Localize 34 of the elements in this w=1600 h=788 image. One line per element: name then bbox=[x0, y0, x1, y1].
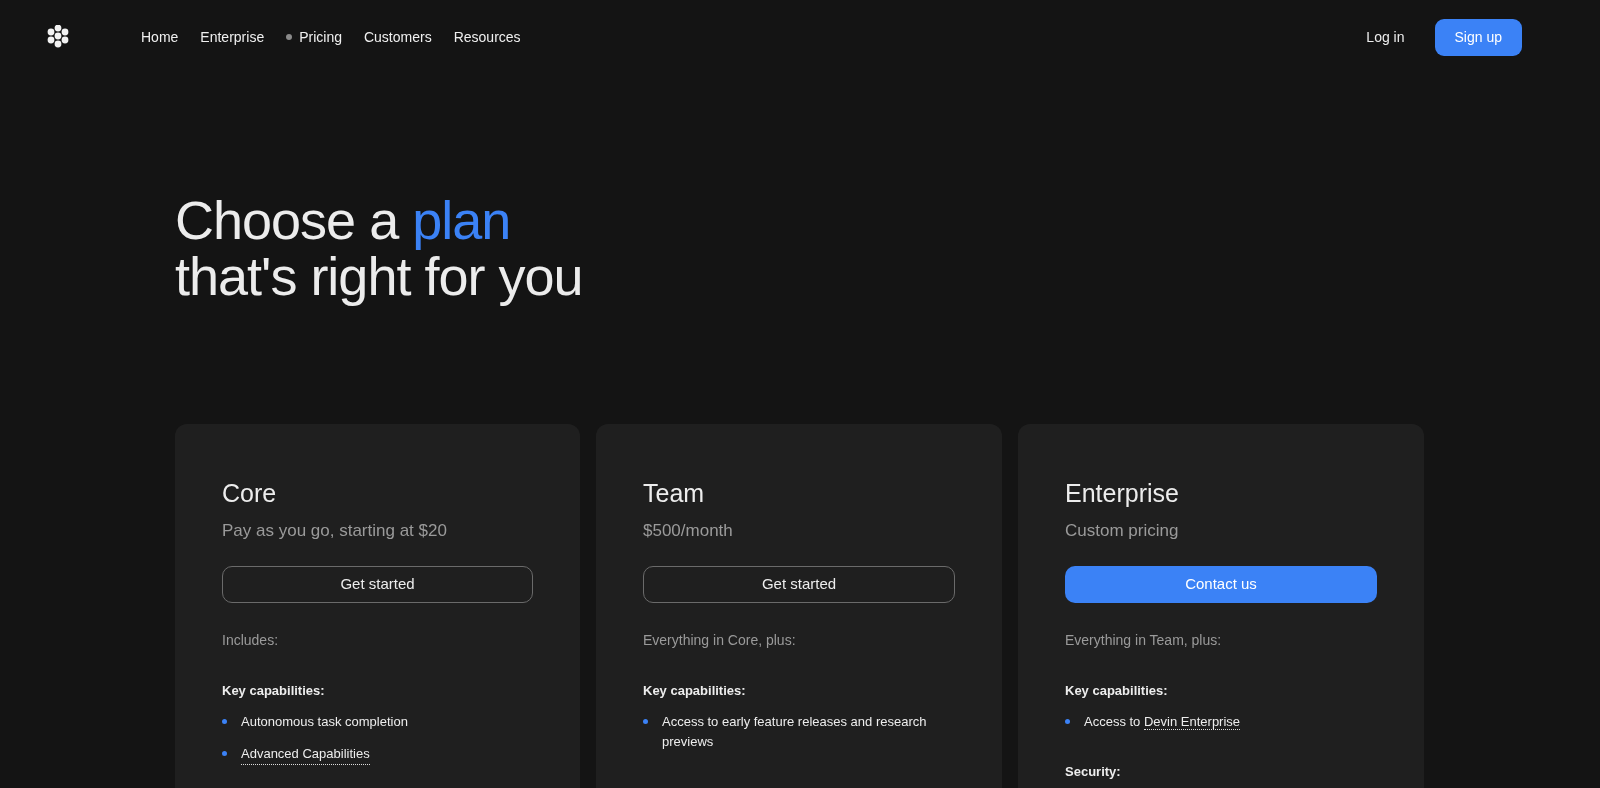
nav-link[interactable]: Enterprise bbox=[200, 26, 265, 48]
section-heading: Key capabilities: bbox=[643, 681, 747, 700]
includes-text: Includes: bbox=[222, 630, 280, 650]
hero-heading: Choose a plan that's right for you bbox=[175, 192, 584, 304]
plan-price: Custom pricing bbox=[1065, 520, 1180, 542]
plan-name: Enterprise bbox=[1065, 478, 1180, 508]
bullet-icon bbox=[643, 719, 648, 724]
signup-button[interactable]: Sign up bbox=[1434, 18, 1522, 56]
feature-text: Access to Devin Enterprise bbox=[1084, 713, 1241, 732]
logo-icon[interactable] bbox=[46, 25, 70, 49]
section-heading: Key capabilities: bbox=[222, 681, 326, 700]
plan-price: $500/month bbox=[643, 520, 734, 542]
feature-text: Access to early feature releases and research previews bbox=[662, 713, 928, 751]
get-started-button[interactable]: Get started bbox=[643, 565, 955, 603]
contact-button[interactable]: Contact us bbox=[1065, 565, 1377, 603]
nav-link[interactable]: Customers bbox=[363, 26, 432, 48]
nav-link[interactable]: Home bbox=[141, 26, 179, 48]
bullet-icon bbox=[222, 751, 227, 756]
plan-name: Core bbox=[222, 478, 278, 508]
nav-link[interactable]: Pricing bbox=[286, 26, 342, 48]
section-heading: Security: bbox=[1065, 763, 1122, 781]
login-link[interactable]: Log in bbox=[1366, 26, 1405, 48]
nav-link[interactable]: Resources bbox=[453, 26, 521, 48]
feature-link[interactable]: Advanced Capabilities bbox=[241, 744, 370, 765]
includes-text: Everything in Team, plus: bbox=[1065, 630, 1223, 650]
section-heading: Key capabilities: bbox=[1065, 681, 1169, 700]
get-started-button[interactable]: Get started bbox=[222, 565, 533, 603]
plan-name: Team bbox=[643, 478, 706, 508]
plan-price: Pay as you go, starting at $20 bbox=[222, 520, 448, 542]
feature-link[interactable]: Devin Enterprise bbox=[1143, 714, 1241, 730]
feature-text: Autonomous task completion bbox=[241, 713, 408, 731]
includes-text: Everything in Core, plus: bbox=[643, 630, 797, 650]
bullet-icon bbox=[1065, 719, 1070, 724]
bullet-icon bbox=[222, 719, 227, 724]
